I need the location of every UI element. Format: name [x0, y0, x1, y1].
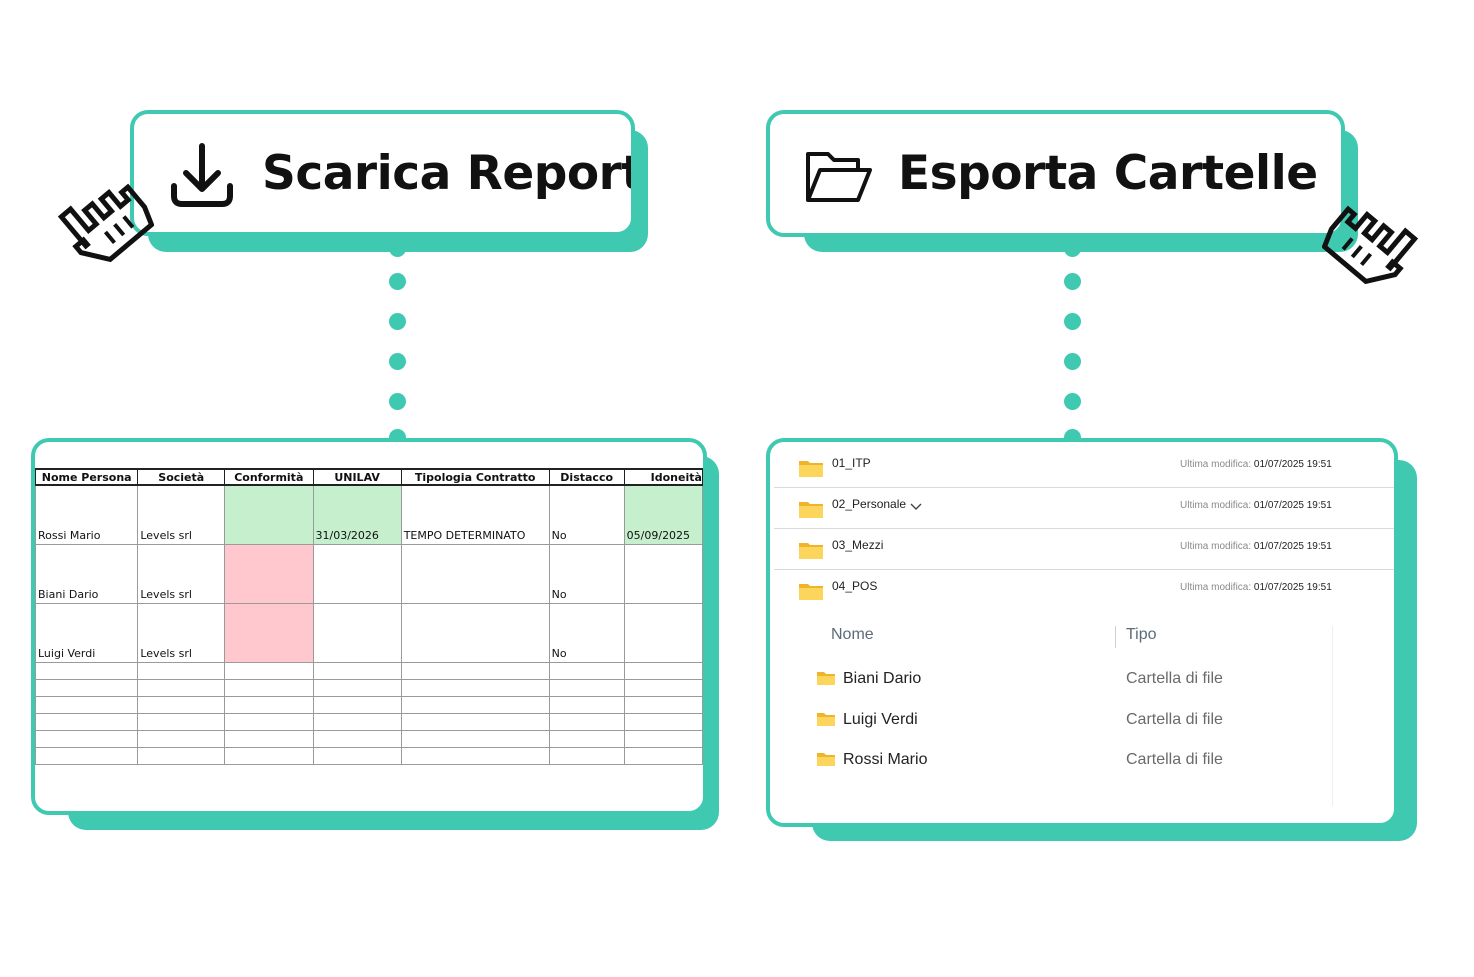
- cell: Levels srl: [137, 544, 226, 604]
- download-icon: [166, 140, 236, 210]
- empty-row: [35, 730, 703, 748]
- cell: 05/09/2025: [623, 484, 703, 545]
- empty-row: [35, 696, 703, 714]
- cell: [312, 603, 402, 663]
- cell: No: [548, 484, 625, 545]
- cell: Levels srl: [137, 603, 226, 663]
- subfolder-name: Biani Dario: [843, 670, 922, 687]
- folder-name: 03_Mezzi: [832, 538, 884, 552]
- folder-open-icon: [804, 148, 874, 206]
- table-header-row: Nome Persona Società Conformità UNILAV T…: [35, 468, 703, 486]
- cell: Luigi Verdi: [35, 603, 139, 663]
- column-header-type[interactable]: Tipo: [1126, 626, 1157, 644]
- list-item[interactable]: Biani Dario Cartella di file: [814, 666, 1294, 692]
- column-header-name[interactable]: Nome: [831, 626, 874, 644]
- header-conformita: Conformità: [224, 468, 314, 486]
- subfolder-name: Luigi Verdi: [843, 711, 918, 728]
- explorer-card: 01_ITP Ultima modifica: 01/07/2025 19:51…: [766, 438, 1398, 827]
- chevron-down-icon[interactable]: [910, 499, 922, 517]
- cell: Levels srl: [137, 484, 226, 545]
- cell: No: [548, 603, 625, 663]
- scrollbar-track[interactable]: [1332, 626, 1333, 806]
- report-card: Nome Persona Società Conformità UNILAV T…: [31, 438, 707, 815]
- folder-modified: Ultima modifica: 01/07/2025 19:51: [1180, 500, 1332, 511]
- empty-row: [35, 662, 703, 680]
- header-societa: Società: [137, 468, 226, 486]
- connector-dot: [389, 393, 406, 410]
- report-table: Nome Persona Società Conformità UNILAV T…: [35, 468, 703, 765]
- cell: [400, 544, 550, 604]
- empty-row: [35, 679, 703, 697]
- connector-dot: [389, 313, 406, 330]
- cell: Rossi Mario: [35, 484, 139, 545]
- header-nome-persona: Nome Persona: [35, 468, 139, 486]
- folder-modified: Ultima modifica: 01/07/2025 19:51: [1180, 582, 1332, 593]
- folder-name: 04_POS: [832, 579, 878, 593]
- export-folders-button[interactable]: Esporta Cartelle: [766, 110, 1345, 237]
- subfolder-name: Rossi Mario: [843, 751, 928, 768]
- folder-modified: Ultima modifica: 01/07/2025 19:51: [1180, 459, 1332, 470]
- folder-icon: [817, 753, 835, 766]
- folder-icon: [799, 543, 823, 559]
- folder-row[interactable]: 01_ITP Ultima modifica: 01/07/2025 19:51: [774, 446, 1394, 488]
- subfolder-type: Cartella di file: [1126, 711, 1223, 728]
- header-tipologia-contratto: Tipologia Contratto: [400, 468, 550, 486]
- empty-row: [35, 713, 703, 731]
- folder-name: 02_Personale: [832, 497, 907, 511]
- connector-dot: [1064, 273, 1081, 290]
- folder-icon: [817, 672, 835, 685]
- folder-name: 01_ITP: [832, 456, 871, 470]
- header-unilav: UNILAV: [312, 468, 402, 486]
- conformity-cell: [224, 603, 314, 663]
- subfolder-type: Cartella di file: [1126, 751, 1223, 768]
- table-row: Rossi Mario Levels srl 31/03/2026 TEMPO …: [35, 484, 703, 545]
- folder-row[interactable]: 02_Personale Ultima modifica: 01/07/2025…: [774, 487, 1394, 529]
- folder-row[interactable]: 04_POS Ultima modifica: 01/07/2025 19:51: [774, 569, 1394, 610]
- connector-dot: [1064, 393, 1081, 410]
- list-item[interactable]: Luigi Verdi Cartella di file: [814, 707, 1294, 733]
- export-folders-label: Esporta Cartelle: [898, 146, 1318, 201]
- connector-dot: [389, 353, 406, 370]
- conformity-cell: [224, 544, 314, 604]
- cell: Biani Dario: [35, 544, 139, 604]
- connector-dot: [1064, 240, 1081, 257]
- connector-dot: [1064, 313, 1081, 330]
- folder-icon: [799, 502, 823, 518]
- pointer-hand-icon: [42, 174, 155, 266]
- cell: [623, 603, 703, 663]
- table-row: Biani Dario Levels srl No: [35, 544, 703, 604]
- connector-dot: [1064, 353, 1081, 370]
- folder-icon: [817, 713, 835, 726]
- download-report-label: Scarica Report: [262, 146, 635, 201]
- folder-icon: [799, 461, 823, 477]
- cell: [623, 544, 703, 604]
- header-idoneita: Idoneità: [623, 468, 703, 486]
- cell: No: [548, 544, 625, 604]
- header-distacco: Distacco: [548, 468, 625, 486]
- subfolder-type: Cartella di file: [1126, 670, 1223, 687]
- conformity-cell: [224, 484, 314, 545]
- pointer-hand-icon: [1321, 196, 1434, 288]
- folder-modified: Ultima modifica: 01/07/2025 19:51: [1180, 541, 1332, 552]
- connector-dot: [389, 240, 406, 257]
- table-row: Luigi Verdi Levels srl No: [35, 603, 703, 663]
- folder-icon: [799, 584, 823, 600]
- connector-dot: [389, 273, 406, 290]
- cell: 31/03/2026: [312, 484, 402, 545]
- list-item[interactable]: Rossi Mario Cartella di file: [814, 747, 1294, 773]
- download-report-button[interactable]: Scarica Report: [130, 110, 635, 236]
- empty-row: [35, 747, 703, 765]
- cell: TEMPO DETERMINATO: [400, 484, 550, 545]
- column-divider[interactable]: [1115, 626, 1116, 648]
- cell: [400, 603, 550, 663]
- cell: [312, 544, 402, 604]
- folder-row[interactable]: 03_Mezzi Ultima modifica: 01/07/2025 19:…: [774, 528, 1394, 570]
